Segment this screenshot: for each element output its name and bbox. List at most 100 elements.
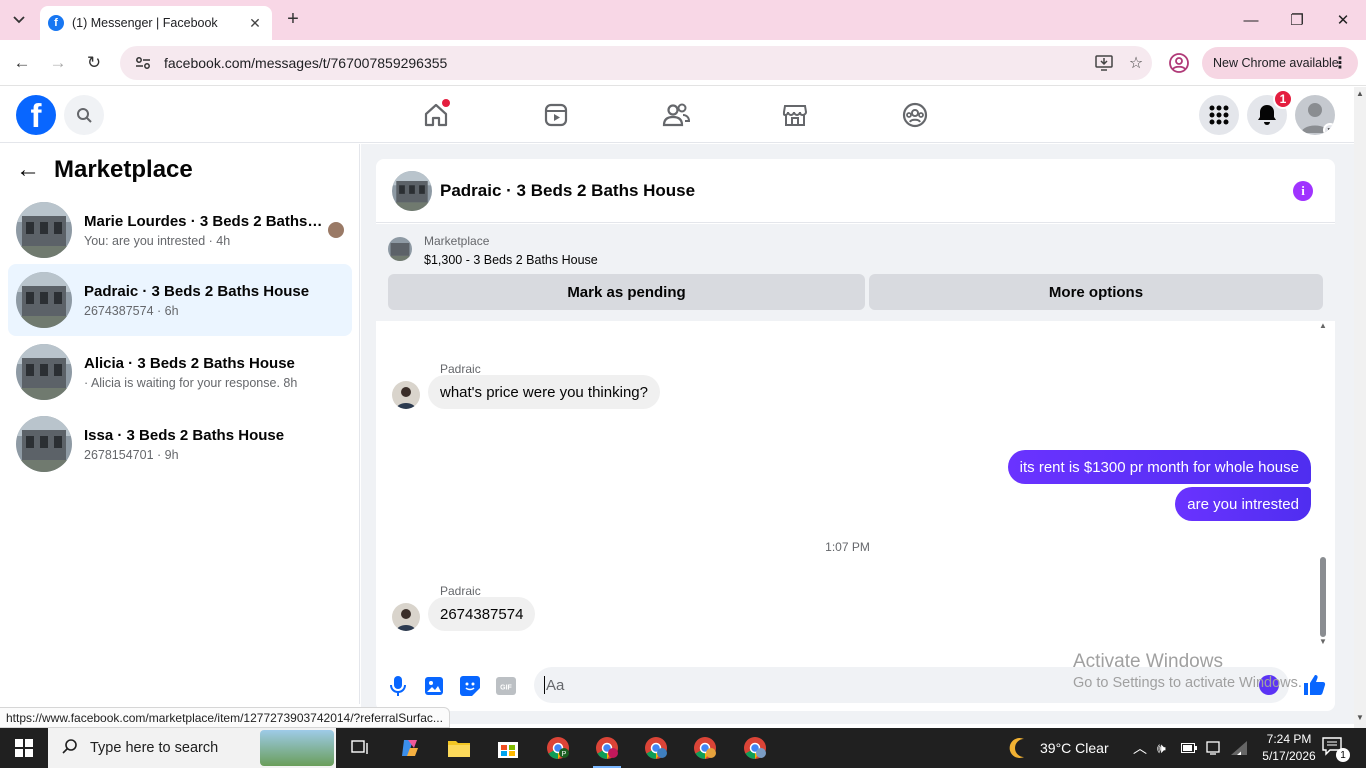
link-status-bubble: https://www.facebook.com/marketplace/ite… xyxy=(0,707,450,728)
scrollbar-thumb[interactable] xyxy=(1320,557,1326,637)
notifications-button[interactable]: 1 xyxy=(1247,89,1293,135)
forward-button[interactable]: → xyxy=(45,50,71,76)
conversation-list-panel: ← Marketplace Marie Lourdes · 3 Beds 2 B… xyxy=(0,144,360,704)
message-sender: Padraic xyxy=(440,362,481,376)
clock-date: 5/17/2026 xyxy=(1262,749,1316,763)
file-explorer-button[interactable] xyxy=(441,734,477,762)
message-bubble-incoming[interactable]: what's price were you thinking? xyxy=(428,375,660,409)
browser-toolbar: ← → ↻ facebook.com/messages/t/7670078592… xyxy=(0,40,1366,86)
more-options-button[interactable]: More options xyxy=(869,274,1323,310)
page-scroll-up-icon[interactable]: ▲ xyxy=(1356,89,1364,98)
restore-button[interactable]: ❐ xyxy=(1274,0,1320,40)
message-bubble-outgoing[interactable]: its rent is $1300 pr month for whole hou… xyxy=(1007,450,1311,484)
mark-as-pending-button[interactable]: Mark as pending xyxy=(388,274,865,310)
close-window-button[interactable]: ✕ xyxy=(1320,0,1366,40)
conversation-item[interactable]: Alicia · 3 Beds 2 Baths House · Alicia i… xyxy=(8,336,352,408)
microsoft-store-button[interactable] xyxy=(490,734,526,762)
chrome-icon xyxy=(645,737,667,759)
account-avatar[interactable]: ▼ xyxy=(1295,95,1335,135)
taskbar-search-box[interactable]: Type here to search xyxy=(48,728,336,768)
battery-icon xyxy=(1181,743,1197,753)
reload-button[interactable]: ↻ xyxy=(81,50,107,76)
address-bar[interactable]: facebook.com/messages/t/767007859296355 … xyxy=(120,46,1152,80)
chat-title[interactable]: Padraic · 3 Beds 2 Baths House xyxy=(440,181,695,201)
conversation-name: Padraic · 3 Beds 2 Baths House xyxy=(84,282,310,300)
facebook-search-button[interactable] xyxy=(64,95,104,135)
conversation-preview: 2674387574 · 6h xyxy=(84,303,179,318)
message-bubble-incoming[interactable]: 2674387574 xyxy=(428,597,536,631)
marketplace-icon xyxy=(782,105,808,126)
action-center-button[interactable]: 1 xyxy=(1322,736,1350,762)
sticker-icon xyxy=(460,676,480,696)
new-chrome-available-button[interactable]: New Chrome available ⋮ xyxy=(1202,47,1358,79)
chevron-up-icon: ︿ xyxy=(1133,740,1147,756)
chrome-profile-icon[interactable] xyxy=(1168,52,1190,74)
site-info-icon[interactable] xyxy=(128,56,158,70)
grid-menu-icon xyxy=(1209,105,1229,125)
chat-window: Padraic · 3 Beds 2 Baths House i Marketp… xyxy=(376,159,1335,711)
close-tab-icon[interactable]: ✕ xyxy=(246,15,264,32)
message-bubble-outgoing[interactable]: are you intrested xyxy=(1175,487,1311,521)
like-button[interactable] xyxy=(1302,673,1326,697)
conversation-item-active[interactable]: Padraic · 3 Beds 2 Baths House 267438757… xyxy=(8,264,352,336)
chrome-window-button[interactable] xyxy=(687,734,723,762)
copilot-button[interactable] xyxy=(392,734,428,762)
attach-photo-button[interactable] xyxy=(423,675,445,697)
nav-reels[interactable] xyxy=(536,95,576,135)
chrome-window-button[interactable] xyxy=(737,734,773,762)
browser-tab[interactable]: f (1) Messenger | Facebook ✕ xyxy=(40,6,272,40)
bookmark-star-icon[interactable]: ☆ xyxy=(1120,53,1152,73)
windows-logo-icon xyxy=(15,739,33,757)
start-button[interactable] xyxy=(0,728,48,768)
network-button[interactable] xyxy=(1231,728,1247,768)
chrome-profile-p-button[interactable]: P xyxy=(540,734,576,762)
taskbar-clock[interactable]: 7:24 PM 5/17/2026 xyxy=(1258,731,1320,765)
voice-clip-button[interactable] xyxy=(387,675,409,697)
gif-button[interactable]: GIF xyxy=(495,675,517,697)
sender-avatar[interactable] xyxy=(392,381,420,409)
info-icon[interactable]: i xyxy=(1293,181,1313,201)
page-scroll-down-icon[interactable]: ▼ xyxy=(1356,713,1364,722)
listing-price[interactable]: $1,300 - 3 Beds 2 Baths House xyxy=(424,253,598,267)
conversation-item[interactable]: Issa · 3 Beds 2 Baths House 2678154701 ·… xyxy=(8,408,352,480)
bell-icon xyxy=(1258,105,1276,125)
back-button[interactable]: ← xyxy=(9,50,35,76)
conversation-preview: · Alicia is waiting for your response. 8… xyxy=(84,375,298,390)
scroll-down-arrow-icon[interactable]: ▼ xyxy=(1319,637,1327,646)
tab-search-button[interactable] xyxy=(6,7,32,33)
nav-friends[interactable] xyxy=(656,95,696,135)
message-scrollbar[interactable]: ▲ ▼ xyxy=(1319,321,1327,646)
menu-button[interactable] xyxy=(1199,95,1239,135)
listing-mini-thumbnail[interactable] xyxy=(388,237,412,261)
back-arrow-icon[interactable]: ← xyxy=(16,156,40,184)
task-view-button[interactable] xyxy=(342,734,378,762)
volume-button[interactable]: 🕪 xyxy=(1157,728,1166,768)
show-hidden-icons-button[interactable]: ︿ xyxy=(1133,728,1147,768)
chrome-active-window-button[interactable] xyxy=(589,734,625,768)
sticker-button[interactable] xyxy=(459,675,481,697)
conversation-name: Alicia · 3 Beds 2 Baths House xyxy=(84,354,295,372)
sender-avatar[interactable] xyxy=(392,603,420,631)
conversation-name: Marie Lourdes · 3 Beds 2 Baths ... xyxy=(84,212,324,230)
nav-groups[interactable] xyxy=(895,95,935,135)
microphone-icon xyxy=(390,676,406,696)
conversation-item[interactable]: Marie Lourdes · 3 Beds 2 Baths ... You: … xyxy=(8,194,352,266)
install-app-icon[interactable] xyxy=(1088,55,1120,71)
weather-widget[interactable]: 39°C Clear xyxy=(1008,728,1109,768)
nav-marketplace[interactable] xyxy=(775,95,815,135)
page-scrollbar[interactable]: ▲ ▼ xyxy=(1354,87,1366,728)
scroll-up-arrow-icon[interactable]: ▲ xyxy=(1319,321,1327,330)
notification-badge: 1 xyxy=(1273,89,1293,109)
search-icon xyxy=(77,108,92,123)
chrome-window-button[interactable] xyxy=(638,734,674,762)
minimize-button[interactable]: — xyxy=(1228,0,1274,40)
reels-icon xyxy=(544,103,568,127)
chrome-menu-icon[interactable]: ⋮ xyxy=(1332,53,1348,73)
facebook-top-nav: f 1 ▼ xyxy=(0,87,1354,143)
device-button[interactable] xyxy=(1206,728,1220,768)
battery-button[interactable] xyxy=(1181,728,1197,768)
new-tab-button[interactable]: + xyxy=(282,8,304,30)
chat-listing-thumbnail[interactable] xyxy=(392,170,432,211)
facebook-logo-icon[interactable]: f xyxy=(16,95,56,135)
nav-home[interactable] xyxy=(416,95,456,135)
